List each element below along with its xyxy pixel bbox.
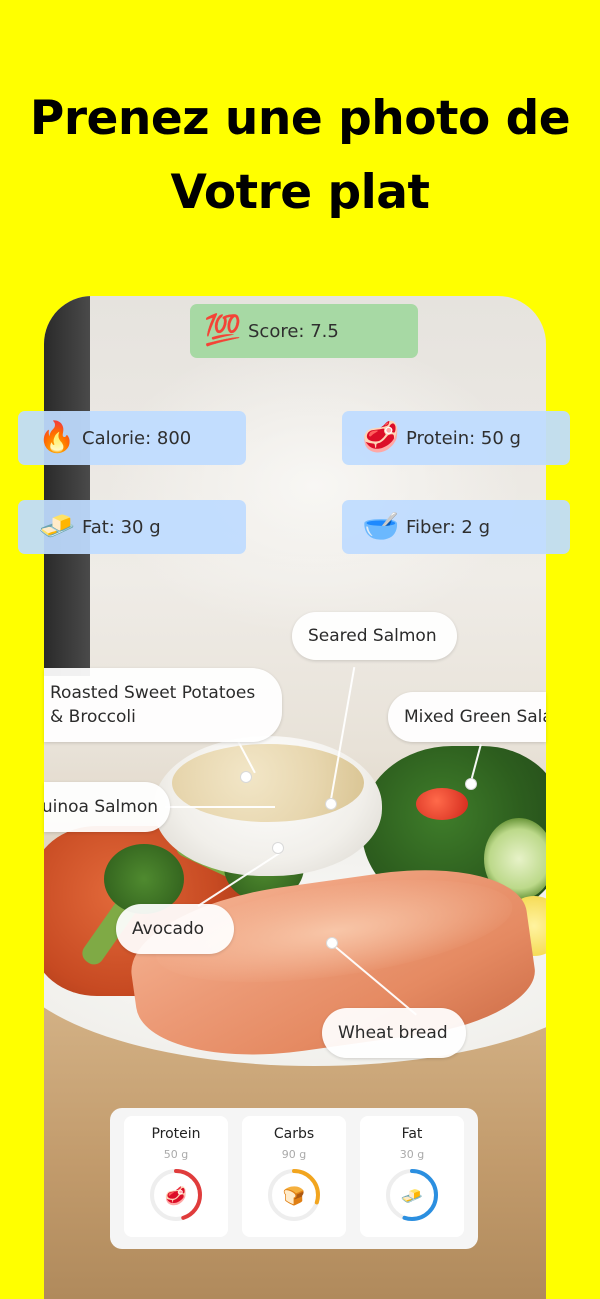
meat-icon: 🥩 bbox=[165, 1185, 187, 1207]
label-mixed-green-salad[interactable]: Mixed Green Salad bbox=[388, 692, 546, 742]
quinoa bbox=[172, 744, 364, 822]
marker-dot[interactable] bbox=[325, 798, 337, 810]
fiber-text: Fiber: 2 g bbox=[406, 516, 491, 538]
macro-carbs-ring: 🍞 bbox=[268, 1169, 320, 1221]
marker-dot[interactable] bbox=[465, 778, 477, 790]
fire-icon: 🔥 bbox=[38, 420, 76, 455]
macro-fat-name: Fat bbox=[401, 1126, 423, 1142]
calorie-card: 🔥 Calorie: 800 bbox=[18, 411, 246, 465]
macro-protein-name: Protein bbox=[151, 1126, 201, 1142]
label-roasted-sweet-potatoes[interactable]: Roasted Sweet Potatoes & Broccoli bbox=[44, 668, 282, 742]
macro-protein[interactable]: Protein 50 g 🥩 bbox=[124, 1116, 228, 1237]
label-roasted-line-1: Roasted Sweet Potatoes bbox=[50, 683, 256, 703]
macro-fat-value: 30 g bbox=[399, 1148, 425, 1161]
fiber-card: 🥣 Fiber: 2 g bbox=[342, 500, 570, 554]
macro-fat-ring: 🧈 bbox=[386, 1169, 438, 1221]
fat-text: Fat: 30 g bbox=[82, 516, 161, 538]
label-mixed-green-text: Mixed Green Salad bbox=[404, 707, 546, 727]
connector-quinoa bbox=[165, 806, 275, 808]
headline: Prenez une photo de Votre plat bbox=[0, 82, 600, 230]
macro-protein-ring: 🥩 bbox=[150, 1169, 202, 1221]
fat-card: 🧈 Fat: 30 g bbox=[18, 500, 246, 554]
label-seared-salmon[interactable]: Seared Salmon bbox=[292, 612, 457, 660]
butter-icon: 🧈 bbox=[401, 1186, 423, 1207]
label-wheat-bread[interactable]: Wheat bread bbox=[322, 1008, 466, 1058]
window-light bbox=[104, 336, 524, 636]
marker-dot[interactable] bbox=[326, 937, 338, 949]
headline-line-2: Votre plat bbox=[170, 165, 430, 220]
protein-card: 🥩 Protein: 50 g bbox=[342, 411, 570, 465]
label-avocado-text: Avocado bbox=[132, 919, 205, 939]
label-wheat-bread-text: Wheat bread bbox=[338, 1023, 448, 1043]
macro-carbs-name: Carbs bbox=[273, 1126, 315, 1142]
marker-dot[interactable] bbox=[240, 771, 252, 783]
label-quinoa-salmon[interactable]: Quinoa Salmon bbox=[44, 782, 170, 832]
label-seared-salmon-text: Seared Salmon bbox=[308, 626, 437, 646]
label-avocado[interactable]: Avocado bbox=[116, 904, 234, 954]
label-quinoa-salmon-text: Quinoa Salmon bbox=[44, 797, 158, 817]
meat-icon: 🥩 bbox=[362, 420, 400, 455]
calorie-text: Calorie: 800 bbox=[82, 427, 192, 449]
macro-protein-value: 50 g bbox=[163, 1148, 189, 1161]
macro-fat[interactable]: Fat 30 g 🧈 bbox=[360, 1116, 464, 1237]
macro-carbs[interactable]: Carbs 90 g 🍞 bbox=[242, 1116, 346, 1237]
bowl-icon: 🥣 bbox=[362, 509, 400, 544]
score-text: Score: 7.5 bbox=[248, 320, 339, 342]
label-roasted-line-2: & Broccoli bbox=[50, 707, 136, 727]
macro-carbs-value: 90 g bbox=[281, 1148, 307, 1161]
score-card: 💯 Score: 7.5 bbox=[190, 304, 418, 358]
window-frame bbox=[44, 296, 90, 676]
marker-dot[interactable] bbox=[272, 842, 284, 854]
tomato bbox=[416, 788, 468, 820]
macro-panel: Protein 50 g 🥩 Carbs 90 g 🍞 Fat 30 g 🧈 bbox=[110, 1108, 478, 1249]
headline-line-1: Prenez une photo de bbox=[29, 91, 571, 146]
bread-icon: 🍞 bbox=[283, 1185, 305, 1207]
hundred-points-icon: 💯 bbox=[204, 313, 242, 348]
butter-icon: 🧈 bbox=[38, 509, 76, 544]
protein-text: Protein: 50 g bbox=[406, 427, 521, 449]
